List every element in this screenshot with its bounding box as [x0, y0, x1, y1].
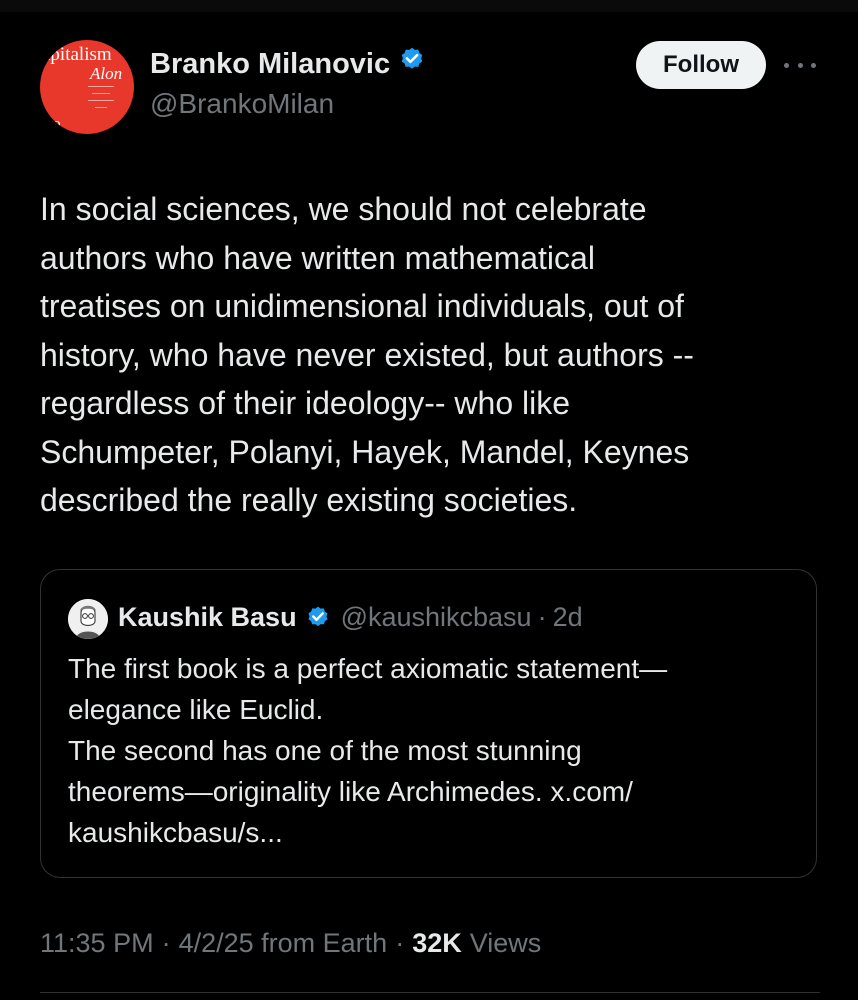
quoted-tweet-header: Kaushik Basu @kaushikcbasu · 2d [118, 602, 583, 633]
author-name: Branko Milanovic [150, 47, 391, 80]
verified-badge-icon [305, 605, 331, 631]
views-label: Views [469, 928, 542, 958]
follow-button[interactable]: Follow [636, 41, 766, 89]
quoted-tweet-card[interactable]: Kaushik Basu @kaushikcbasu · 2d The firs… [40, 569, 817, 878]
avatar-text-line-2: Alon [90, 64, 123, 83]
author-avatar[interactable]: apitalism Alon nko [40, 40, 134, 134]
avatar-text-line-3: nko [40, 116, 61, 132]
quoted-author-name[interactable]: Kaushik Basu [118, 602, 297, 633]
quoted-author-avatar [68, 599, 108, 639]
quoted-tweet-text: The first book is a perfect axiomatic st… [68, 653, 668, 848]
meta-separator: · [395, 928, 405, 958]
top-divider [0, 0, 858, 12]
tweet-time[interactable]: 11:35 PM [40, 928, 154, 959]
views-count: 32K [412, 928, 462, 958]
avatar-text-line-1: apitalism [42, 44, 112, 65]
author-handle[interactable]: @BrankoMilan [150, 88, 334, 120]
quoted-timestamp[interactable]: 2d [553, 602, 583, 633]
avatar-decoration [88, 86, 114, 114]
bottom-divider [40, 992, 820, 993]
quoted-author-handle[interactable]: @kaushikcbasu [341, 602, 532, 633]
author-name-link[interactable]: Branko Milanovic [150, 46, 426, 82]
verified-badge-icon [398, 46, 426, 82]
tweet-meta: 11:35 PM · 4/2/25 from Earth · 32K Views [40, 928, 541, 959]
tweet-date-source[interactable]: 4/2/25 from Earth [179, 928, 388, 959]
meta-separator: · [161, 928, 171, 958]
tweet-text: In social sciences, we should not celebr… [40, 191, 694, 518]
quoted-separator: · [537, 602, 547, 632]
more-icon[interactable] [784, 58, 816, 72]
